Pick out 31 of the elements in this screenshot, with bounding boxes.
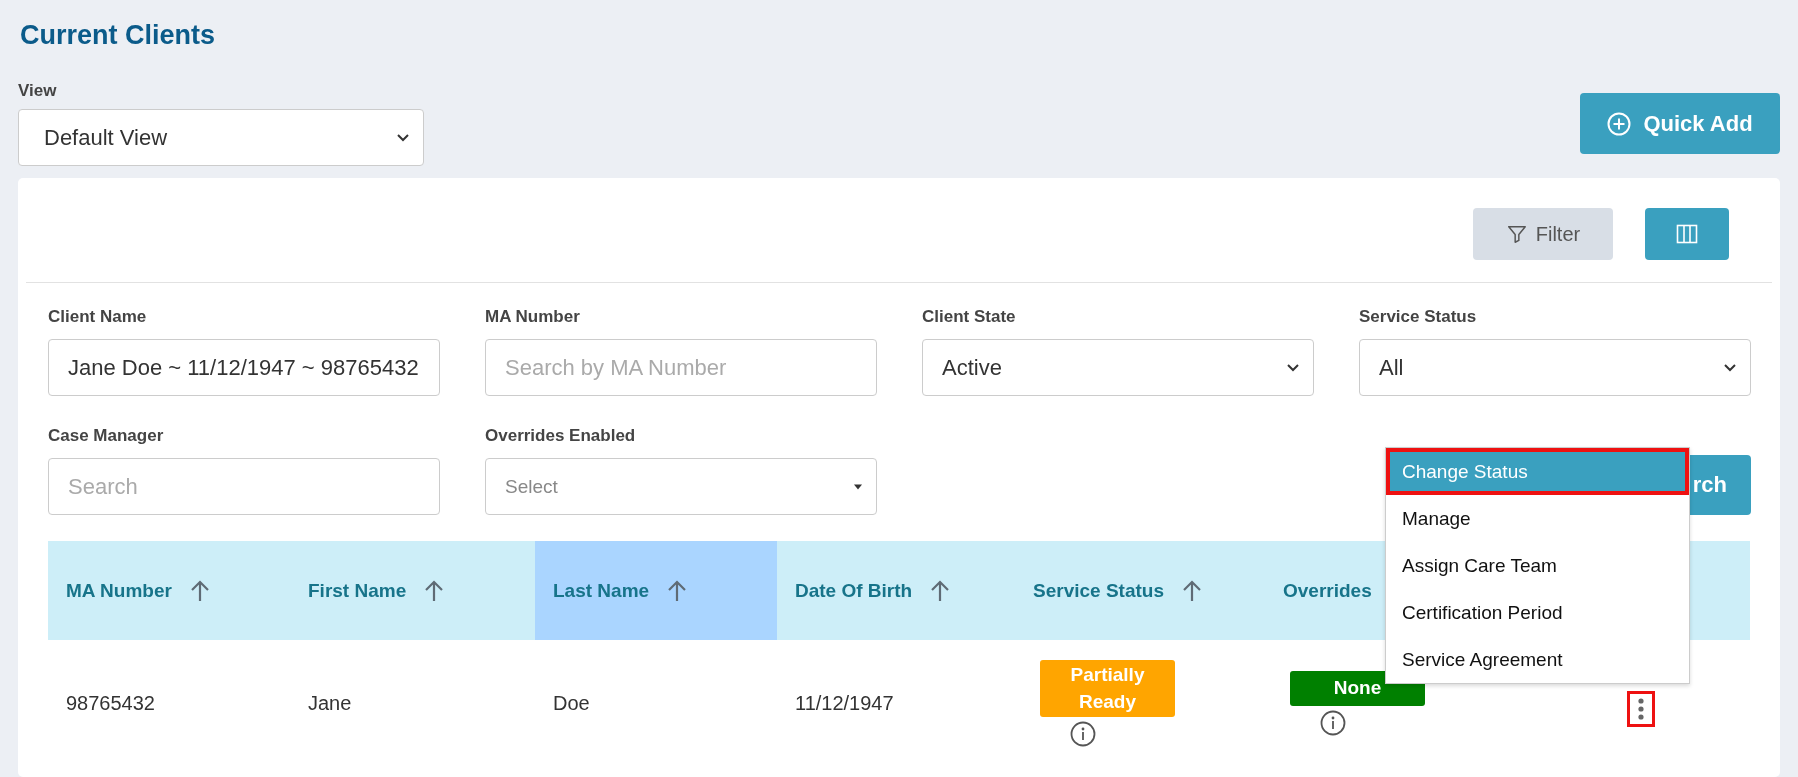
menu-item[interactable]: Manage xyxy=(1386,495,1689,542)
page-title: Current Clients xyxy=(20,20,217,51)
text-field[interactable]: Jane Doe ~ 11/12/1947 ~ 98765432 xyxy=(48,339,440,396)
field-label: MA Number xyxy=(485,307,581,327)
select-field[interactable]: Active xyxy=(922,339,1314,396)
quick-add-button[interactable]: Quick Add xyxy=(1580,93,1780,154)
table-cell: Jane xyxy=(308,692,352,715)
field-label: Case Manager xyxy=(48,426,165,446)
column-header[interactable]: First Name xyxy=(290,541,535,640)
select-field[interactable]: Select xyxy=(485,458,877,515)
table-cell: 11/12/1947 xyxy=(795,692,894,715)
status-badge: Partially Ready xyxy=(1040,659,1175,718)
field-label: Client Name xyxy=(48,307,148,327)
column-header[interactable]: MA Number xyxy=(48,541,290,640)
table-cell: Doe xyxy=(553,692,590,715)
menu-item[interactable]: Assign Care Team xyxy=(1386,542,1689,589)
column-header[interactable]: Date Of Birth xyxy=(777,541,1015,640)
field-label: Overrides Enabled xyxy=(485,426,637,446)
menu-item[interactable]: Certification Period xyxy=(1386,589,1689,636)
select-field[interactable]: All xyxy=(1359,339,1751,396)
view-label: View xyxy=(18,81,58,101)
column-header[interactable]: Last Name xyxy=(535,541,777,640)
filter-button[interactable]: Filter xyxy=(1473,208,1613,260)
text-field[interactable]: Search xyxy=(48,458,440,515)
text-field[interactable]: Search by MA Number xyxy=(485,339,877,396)
field-label: Client State xyxy=(922,307,1017,327)
view-select[interactable]: Default View xyxy=(18,109,424,166)
field-label: Service Status xyxy=(1359,307,1478,327)
column-header[interactable]: Service Status xyxy=(1015,541,1265,640)
menu-item[interactable]: Change Status xyxy=(1386,448,1689,495)
table-cell: 98765432 xyxy=(66,692,155,715)
